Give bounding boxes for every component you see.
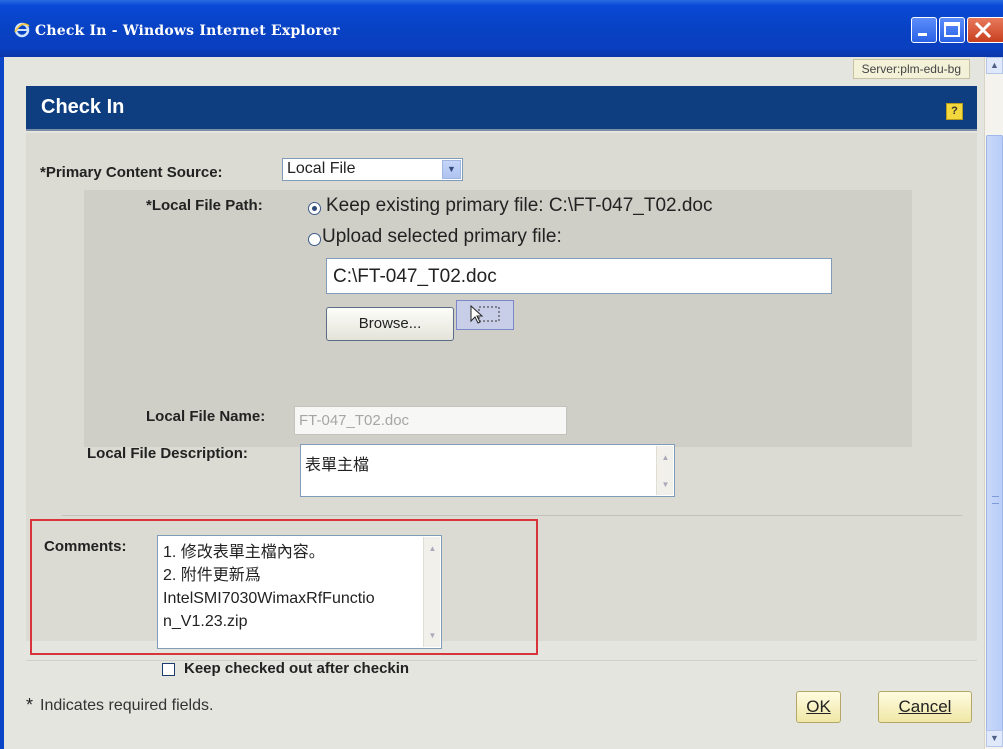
- keep-existing-option-label: Keep existing primary file: C:\FT-047_T0…: [326, 195, 713, 216]
- keep-existing-radio[interactable]: [308, 202, 321, 215]
- dialog-body: *Primary Content Source: Local File ▼ *L…: [26, 133, 977, 677]
- maximize-icon: [944, 22, 960, 37]
- help-icon[interactable]: ?: [946, 103, 963, 120]
- ok-button[interactable]: OK: [796, 691, 841, 723]
- page-content: Server:plm-edu-bg Check In ? *Primary Co…: [4, 57, 984, 749]
- comments-text: 1. 修改表單主檔內容。 2. 附件更新爲 IntelSMI7030WimaxR…: [163, 541, 375, 633]
- upload-selected-radio[interactable]: [308, 233, 321, 246]
- chevron-up-icon[interactable]: ▲: [657, 449, 674, 466]
- close-icon: [974, 21, 992, 39]
- local-file-description-value: 表單主檔: [305, 457, 370, 474]
- comments-scrollbar[interactable]: ▲ ▼: [423, 537, 440, 647]
- local-file-path-label: *Local File Path:: [146, 197, 263, 214]
- primary-content-source-select[interactable]: Local File ▼: [282, 158, 463, 181]
- scroll-grip-icon: [992, 496, 999, 504]
- comments-line: 1. 修改表單主檔內容。: [163, 544, 325, 561]
- dialog-header: Check In ?: [26, 86, 977, 131]
- local-file-name-label: Local File Name:: [146, 408, 266, 425]
- internet-explorer-icon: [14, 22, 30, 38]
- comments-line: IntelSMI7030WimaxRfFunctio: [163, 590, 375, 607]
- local-file-name-input: FT-047_T02.doc: [294, 406, 567, 435]
- keep-checked-out-label: Keep checked out after checkin: [184, 660, 410, 677]
- ie-window: Check In - Windows Internet Explorer Ser…: [0, 0, 1003, 749]
- chevron-down-icon[interactable]: ▼: [424, 627, 441, 644]
- section-divider: [62, 515, 962, 516]
- minimize-button[interactable]: [911, 17, 937, 43]
- comments-line: 2. 附件更新爲: [163, 567, 261, 584]
- scroll-down-arrow[interactable]: ▼: [986, 730, 1003, 747]
- required-fields-note: Indicates required fields.: [40, 697, 214, 714]
- minimize-icon: [918, 33, 927, 36]
- scroll-up-arrow[interactable]: ▲: [986, 57, 1003, 74]
- maximize-button[interactable]: [939, 17, 965, 43]
- description-scrollbar[interactable]: ▲ ▼: [656, 446, 673, 495]
- window-scrollbar[interactable]: ▲ ▼: [984, 57, 1003, 749]
- comments-line: n_V1.23.zip: [163, 613, 248, 630]
- window-title: Check In - Windows Internet Explorer: [35, 23, 340, 39]
- file-picker-button[interactable]: [456, 300, 514, 330]
- keep-checked-out-checkbox[interactable]: [162, 663, 175, 676]
- chevron-down-icon[interactable]: ▼: [657, 476, 674, 493]
- chevron-down-icon[interactable]: ▼: [442, 160, 461, 179]
- upload-file-path-value: C:\FT-047_T02.doc: [333, 266, 497, 287]
- upload-selected-option-label: Upload selected primary file:: [322, 226, 562, 247]
- upload-file-path-input[interactable]: C:\FT-047_T02.doc: [326, 258, 832, 294]
- close-button[interactable]: [967, 17, 1003, 43]
- browse-button[interactable]: Browse...: [326, 307, 454, 341]
- cancel-button[interactable]: Cancel: [878, 691, 972, 723]
- server-badge: Server:plm-edu-bg: [852, 59, 970, 79]
- comments-label: Comments:: [44, 538, 127, 555]
- title-bar[interactable]: Check In - Windows Internet Explorer: [0, 0, 1003, 57]
- local-file-name-value: FT-047_T02.doc: [299, 412, 410, 429]
- primary-content-source-label: *Primary Content Source:: [40, 164, 223, 181]
- local-file-description-label: Local File Description:: [87, 445, 248, 462]
- chevron-up-icon[interactable]: ▲: [424, 540, 441, 557]
- scroll-thumb[interactable]: [986, 135, 1003, 745]
- footer-divider: [26, 660, 977, 661]
- file-picker-icon: [470, 304, 500, 324]
- comments-textarea[interactable]: 1. 修改表單主檔內容。 2. 附件更新爲 IntelSMI7030WimaxR…: [157, 535, 442, 649]
- required-asterisk: *: [26, 695, 34, 715]
- primary-content-source-value: Local File: [287, 160, 356, 177]
- local-file-description-textarea[interactable]: 表單主檔 ▲ ▼: [300, 444, 675, 497]
- dialog-title: Check In: [41, 96, 125, 118]
